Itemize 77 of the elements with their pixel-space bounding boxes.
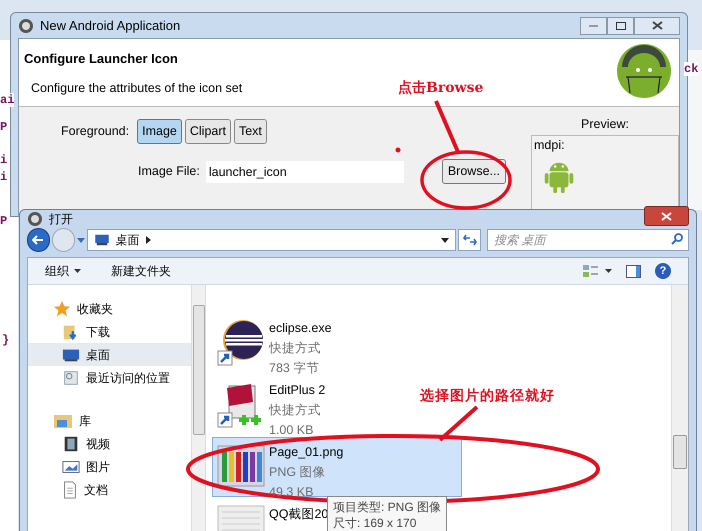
gear-icon [27,211,43,227]
preview-pane-icon [626,264,641,278]
organize-menu[interactable]: 组织 [45,262,81,280]
file-name: EditPlus 2 [269,382,326,399]
dropdown-caret-icon [441,238,450,242]
view-options-button[interactable] [583,264,612,278]
chevron-right-icon [146,236,151,244]
android-logo-icon [616,43,672,100]
search-icon [671,233,683,245]
close-icon [652,21,662,30]
scrollbar-thumb[interactable] [673,435,687,469]
maximize-icon [616,22,626,30]
caret-icon [605,269,612,273]
nav-item[interactable]: 最近访问的位置 [28,366,191,389]
nav-item[interactable]: 图片 [28,455,191,478]
picture-icon [62,458,80,474]
search-field[interactable]: 搜索 桌面 [487,229,689,251]
tooltip-line: 尺寸: 169 x 170 [333,515,418,531]
screenshot-thumbnail-icon [217,504,265,531]
nav-item[interactable]: 文档 [28,478,191,501]
file-name: eclipse.exe [269,320,332,337]
address-bar[interactable]: 桌面 [86,229,456,251]
file-name: Page_01.png [269,444,344,461]
close-button[interactable] [634,16,680,35]
wizard-description: Configure the attributes of the icon set [30,80,242,97]
code-fragment: ck [684,62,698,76]
monitor-icon [62,346,80,362]
close-button[interactable] [644,206,689,226]
document-icon [62,480,78,498]
back-arrow-icon [32,235,44,245]
film-icon [62,434,80,452]
image-file-label: Image File: [138,163,200,180]
minimize-icon [589,24,598,28]
caret-icon [74,269,81,273]
foreground-label: Foreground: [61,123,130,140]
new-folder-button[interactable]: 新建文件夹 [111,262,171,280]
monitor-icon [94,234,110,246]
nav-item[interactable]: 收藏夹 [28,297,191,320]
file-type: PNG 图像 [269,464,327,481]
tooltip-line: 项目类型: PNG 图像 [333,499,441,515]
eclipse-shortcut-icon [217,318,265,366]
nav-item[interactable]: 下载 [28,320,191,343]
preview-density: mdpi: [534,137,565,154]
back-button[interactable] [27,228,50,252]
help-button[interactable]: ? [655,263,671,279]
file-type: 快捷方式 [269,402,322,419]
maximize-button[interactable] [607,16,634,35]
code-fragment: } [2,333,10,347]
foreground-option[interactable]: Image [137,119,182,144]
window-title: New Android Application [40,16,180,35]
file-type: 快捷方式 [269,340,322,357]
preview-pane-button[interactable] [626,264,641,278]
code-fragment: ai [0,93,14,107]
annotation-text: 点击Browse [398,79,484,98]
recent-places-icon [62,368,80,386]
annotation-text: 选择图片的路径就好 [420,387,555,406]
browse-button[interactable]: Browse... [442,159,506,184]
star-icon [53,300,71,318]
image-file-field[interactable]: launcher_icon [206,160,404,183]
preview-label: Preview: [581,116,629,134]
view-list-icon [583,264,599,278]
dropdown-caret-icon [76,238,85,242]
annotation-dot [396,148,400,152]
scrollbar-thumb[interactable] [192,305,204,435]
nav-item[interactable]: 桌面 [28,343,191,366]
window-title: 打开 [49,211,73,228]
nav-scrollbar[interactable] [191,285,206,531]
refresh-button[interactable] [458,229,481,251]
close-icon [661,212,672,220]
nav-item[interactable]: 视频 [28,432,191,455]
nav-item[interactable]: 库 [28,409,191,432]
foreground-option[interactable]: Text [234,119,267,144]
foreground-option[interactable]: Clipart [184,119,231,144]
gear-icon [18,18,34,34]
wizard-heading: Configure Launcher Icon [24,50,179,68]
file-scrollbar[interactable] [671,285,688,531]
refresh-arrows-icon [462,234,477,246]
